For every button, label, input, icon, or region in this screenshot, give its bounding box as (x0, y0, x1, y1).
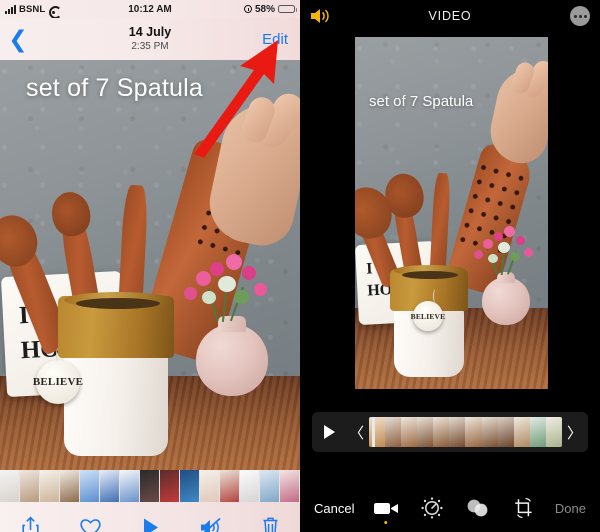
list-item (160, 470, 179, 502)
trim-end-handle[interactable]: 〉 (565, 422, 584, 443)
list-item (481, 417, 498, 447)
battery-icon (278, 4, 297, 14)
photo-image: I ♥ HO (0, 60, 300, 470)
list-item (140, 470, 159, 502)
list-item (220, 470, 239, 502)
adjust-dial-icon[interactable] (417, 493, 447, 523)
left-panel-photo-viewer: BSNL 10:12 AM 58% ❮ 14 July 2:35 PM Edit (0, 0, 300, 532)
status-bar: BSNL 10:12 AM 58% (0, 0, 300, 18)
play-icon[interactable] (316, 424, 342, 440)
play-icon[interactable] (133, 512, 167, 532)
photo-believe-tag: BELIEVE (32, 348, 84, 404)
photo-title-block: 14 July 2:35 PM (0, 25, 300, 54)
video-scrubber-area: 〈 〉 (300, 402, 600, 462)
list-item (280, 470, 299, 502)
video-believe-tag: BELIEVE (410, 289, 446, 331)
list-item (465, 417, 482, 447)
video-edit-toolbar: Cancel Done (300, 484, 600, 532)
video-image: I ♥ HO (355, 37, 548, 389)
done-button[interactable]: Done (555, 501, 586, 516)
filters-icon[interactable] (463, 493, 493, 523)
believe-tag-text: BELIEVE (32, 376, 84, 388)
video-preview-stage[interactable]: I ♥ HO (300, 32, 600, 402)
list-item (180, 470, 199, 502)
list-item (200, 470, 219, 502)
video-camera-icon[interactable] (371, 493, 401, 524)
list-item (20, 470, 39, 502)
photo-flower-vase (174, 246, 282, 396)
status-bar-clock: 10:12 AM (128, 3, 172, 15)
cancel-button[interactable]: Cancel (314, 501, 354, 516)
trim-start-handle[interactable]: 〈 (347, 422, 366, 443)
video-watermark: Mrs.k1320 (405, 59, 457, 69)
list-item (513, 417, 530, 447)
list-item (401, 417, 418, 447)
crop-rotate-icon[interactable] (509, 493, 539, 523)
list-item (497, 417, 514, 447)
share-icon[interactable] (13, 512, 47, 532)
list-item (0, 470, 19, 502)
photo-bottom-toolbar (0, 502, 300, 532)
believe-tag-text: BELIEVE (410, 311, 446, 321)
list-item (260, 470, 279, 502)
list-item (60, 470, 79, 502)
video-title: VIDEO (428, 9, 472, 23)
vase-body (196, 324, 268, 396)
filmstrip[interactable] (369, 417, 562, 447)
list-item (417, 417, 434, 447)
screenshot-root: BSNL 10:12 AM 58% ❮ 14 July 2:35 PM Edit (0, 0, 600, 532)
list-item (240, 470, 259, 502)
list-item (385, 417, 402, 447)
photo-viewport[interactable]: I ♥ HO (0, 60, 300, 470)
vase-body (482, 277, 530, 325)
list-item (449, 417, 466, 447)
photo-overlay-caption: set of 7 Spatula (26, 74, 203, 102)
photo-nav-bar: ❮ 14 July 2:35 PM Edit (0, 18, 300, 60)
list-item (40, 470, 59, 502)
trash-icon[interactable] (253, 512, 287, 532)
playhead-marker[interactable] (372, 417, 376, 447)
photo-date-label: 14 July (128, 24, 172, 39)
favorite-heart-icon[interactable] (73, 512, 107, 532)
trim-control[interactable]: 〈 〉 (347, 416, 584, 448)
video-overlay-caption: set of 7 Spatula (369, 93, 474, 110)
list-item (80, 470, 99, 502)
photo-time-label: 2:35 PM (131, 41, 169, 53)
video-frame: I ♥ HO (355, 37, 548, 389)
alarm-clock-icon (243, 5, 252, 13)
list-item (529, 417, 546, 447)
video-flower-vase (468, 225, 538, 325)
list-item (100, 470, 119, 502)
list-item (120, 470, 139, 502)
speaker-muted-icon[interactable] (193, 512, 227, 532)
right-panel-video-editor: VIDEO I ♥ HO (300, 0, 600, 532)
video-header: VIDEO (300, 0, 600, 32)
video-scrubber[interactable]: 〈 〉 (312, 412, 588, 452)
photo-thumbnail-strip[interactable] (0, 470, 300, 502)
list-item (545, 417, 562, 447)
active-tool-indicator (383, 520, 388, 524)
list-item (433, 417, 450, 447)
